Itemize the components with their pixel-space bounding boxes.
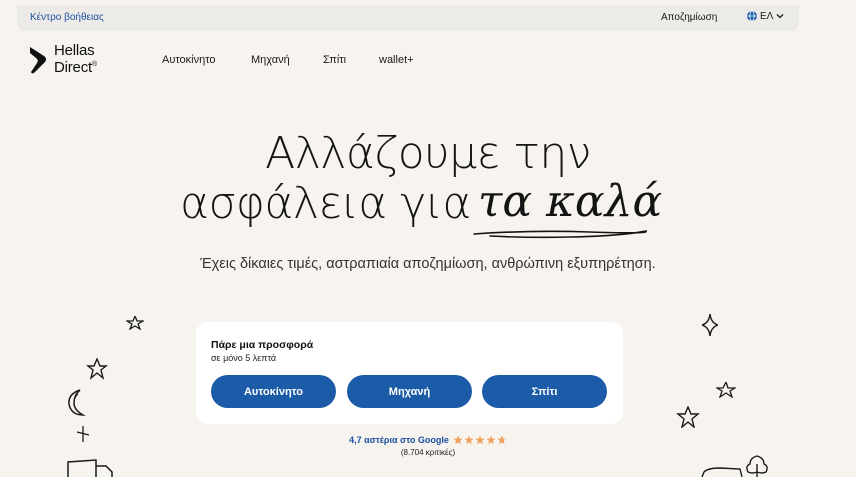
quote-card-title: Πάρε μια προσφορά — [211, 339, 314, 351]
star-icon — [486, 435, 496, 445]
chevron-down-icon — [775, 11, 785, 21]
language-label: ΕΛ — [760, 10, 774, 22]
hero-heading-line1: Αλλάζουμε την — [265, 128, 591, 179]
hero-heading-highlight: τα καλά — [478, 176, 663, 227]
star-icon — [497, 435, 507, 445]
star-doodle-icon — [716, 382, 736, 398]
nav-item-car[interactable]: Αυτοκίνητο — [162, 54, 216, 66]
star-doodle-icon — [86, 358, 108, 380]
rating-text[interactable]: 4,7 αστέρια στο Google — [349, 435, 449, 445]
car-doodle-icon — [701, 467, 743, 477]
star-doodle-icon — [676, 406, 700, 428]
logo-mark-icon — [30, 46, 46, 73]
sparkle-doodle-icon — [76, 426, 90, 442]
help-center-link[interactable]: Κέντρο βοήθειας — [30, 12, 104, 23]
star-icon — [475, 435, 485, 445]
leaf-doodle-icon — [746, 455, 768, 477]
hero-subtitle: Έχεις δίκαιες τιμές, αστραπιαία αποζημίω… — [200, 256, 656, 272]
star-icon — [453, 435, 463, 445]
truck-doodle-icon — [67, 459, 113, 477]
nav-item-home[interactable]: Σπίτι — [323, 54, 346, 66]
hero-heading-line2: ασφάλεια για — [180, 178, 471, 229]
quote-card: Πάρε μια προσφορά σε μόνο 5 λεπτά Αυτοκί… — [196, 322, 623, 424]
nav-item-wallet[interactable]: wallet+ — [379, 54, 414, 66]
nav-item-motorbike[interactable]: Μηχανή — [251, 54, 290, 66]
claims-link[interactable]: Αποζημίωση — [661, 12, 717, 23]
star-doodle-icon — [126, 316, 144, 330]
globe-icon — [746, 10, 758, 22]
scribble-underline-icon — [473, 230, 647, 239]
google-rating: 4,7 αστέρια στο Google (8.704 κριτικές) — [0, 435, 856, 457]
star-rating — [453, 435, 507, 445]
logo-line1: Hellas — [54, 42, 95, 59]
logo-line2: Direct — [54, 59, 92, 76]
logo-text: Hellas Direct® — [54, 42, 97, 76]
moon-doodle-icon — [68, 389, 86, 416]
quote-motorbike-button[interactable]: Μηχανή — [347, 375, 472, 408]
logo-registered: ® — [91, 61, 97, 68]
language-switcher[interactable]: ΕΛ — [746, 10, 785, 22]
top-utility-bar: Κέντρο βοήθειας Αποζημίωση ΕΛ — [17, 5, 799, 31]
quote-car-button[interactable]: Αυτοκίνητο — [211, 375, 336, 408]
quote-home-button[interactable]: Σπίτι — [482, 375, 607, 408]
star-icon — [464, 435, 474, 445]
hellas-direct-logo[interactable]: Hellas Direct® — [28, 42, 97, 76]
sparkle-doodle-icon — [702, 314, 718, 336]
quote-card-subtitle: σε μόνο 5 λεπτά — [211, 353, 277, 363]
